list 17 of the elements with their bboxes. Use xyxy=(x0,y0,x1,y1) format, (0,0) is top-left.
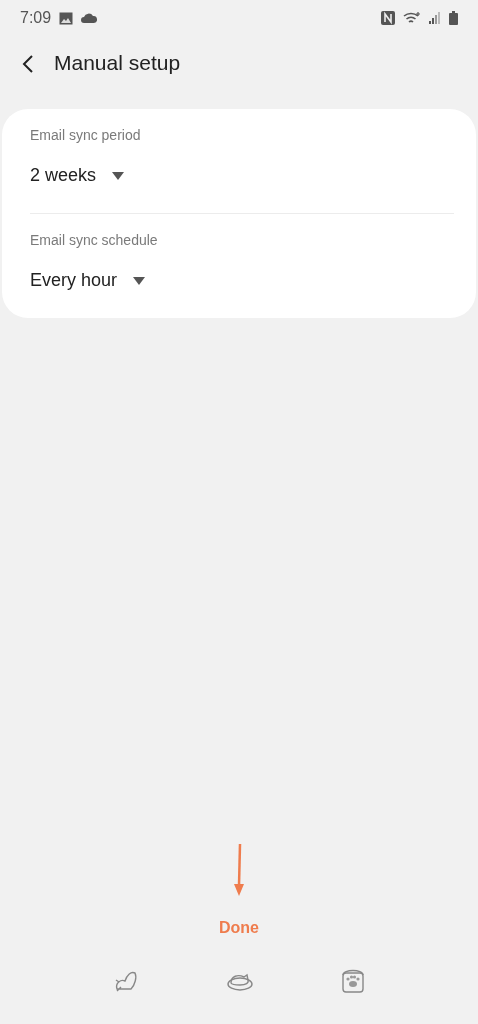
status-time: 7:09 xyxy=(20,8,52,28)
setting-label: Email sync period xyxy=(30,126,142,145)
nfc-icon xyxy=(381,11,395,25)
setting-label: Email sync schedule xyxy=(30,231,159,250)
dropdown-button[interactable]: 2 weeks xyxy=(30,162,125,189)
caret-icon xyxy=(133,276,146,285)
battery-icon xyxy=(449,11,458,25)
wifi-icon xyxy=(403,11,421,25)
image-icon xyxy=(59,11,74,25)
page-title: Manual setup xyxy=(54,50,181,77)
signal-icon xyxy=(429,12,441,24)
back-icon xyxy=(22,53,34,74)
annotation-arrow xyxy=(233,844,245,896)
cloud-icon xyxy=(81,13,98,23)
caret-icon xyxy=(112,171,125,180)
dropdown-button[interactable]: Every hour xyxy=(30,267,146,294)
paw-icon[interactable] xyxy=(340,967,365,993)
